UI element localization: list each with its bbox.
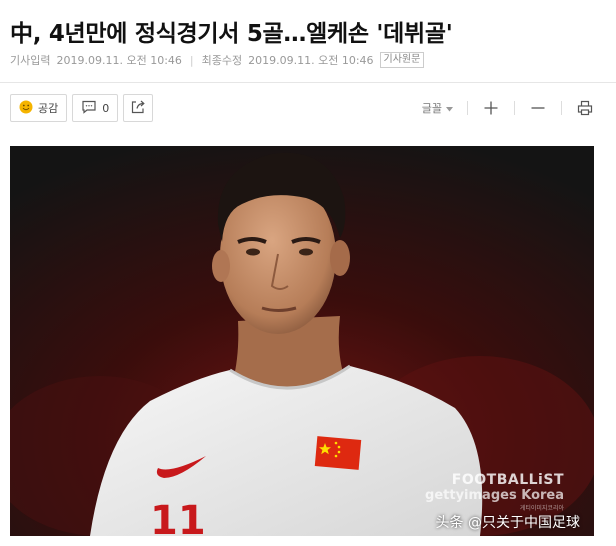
article-photo: 11 FOOTBALLiST gettyimages Korea 게티이미지코리… bbox=[10, 146, 594, 536]
photo-credit: 头条 @只关于中国足球 bbox=[435, 515, 580, 531]
comment-count: 0 bbox=[102, 101, 110, 115]
font-increase-button[interactable] bbox=[482, 99, 500, 117]
dropdown-arrow-icon bbox=[446, 102, 453, 115]
share-button[interactable] bbox=[123, 94, 154, 122]
china-flag-icon bbox=[314, 436, 362, 470]
font-label: 글꼴 bbox=[421, 102, 442, 115]
modified-date: 2019.09.11. 오전 10:46 bbox=[248, 54, 374, 67]
share-icon bbox=[130, 99, 146, 118]
comment-button[interactable]: 0 bbox=[72, 94, 119, 122]
article-headline: 中, 4년만에 정식경기서 5골…엘케손 '데뷔골' bbox=[10, 21, 453, 47]
modified-date-label: 최종수정 bbox=[201, 54, 243, 67]
original-article-link[interactable]: 기사원문 bbox=[379, 52, 425, 68]
like-icon bbox=[19, 100, 33, 117]
input-date: 2019.09.11. 오전 10:46 bbox=[56, 54, 182, 67]
article-meta: 기사입력 2019.09.11. 오전 10:46 | 최종수정 2019.09… bbox=[10, 52, 425, 68]
article-tools: 글꼴 bbox=[422, 96, 594, 120]
watermark-agency: gettyimages Korea bbox=[425, 488, 564, 503]
input-date-label: 기사입력 bbox=[10, 54, 51, 67]
print-icon bbox=[577, 100, 593, 116]
watermark-brand: FOOTBALLiST bbox=[451, 472, 564, 488]
tool-divider bbox=[561, 101, 562, 115]
like-button[interactable]: 공감 bbox=[10, 94, 68, 122]
comment-icon bbox=[81, 100, 97, 117]
like-label: 공감 bbox=[38, 102, 59, 115]
font-size-dropdown[interactable]: 글꼴 bbox=[422, 100, 453, 116]
reaction-toolbar: 공감 0 bbox=[10, 94, 154, 122]
meta-separator: | bbox=[189, 53, 194, 67]
font-decrease-button[interactable] bbox=[529, 99, 547, 117]
minus-icon bbox=[531, 107, 545, 109]
watermark-small: 게티이미지코리아 bbox=[519, 505, 564, 512]
photo-watermark: FOOTBALLiST gettyimages Korea 게티이미지코리아 bbox=[425, 472, 564, 512]
jersey-number: 11 bbox=[150, 498, 206, 536]
tool-divider bbox=[467, 101, 468, 115]
plus-icon bbox=[484, 101, 498, 115]
print-button[interactable] bbox=[576, 99, 594, 117]
header-divider bbox=[0, 82, 616, 83]
tool-divider bbox=[514, 101, 515, 115]
